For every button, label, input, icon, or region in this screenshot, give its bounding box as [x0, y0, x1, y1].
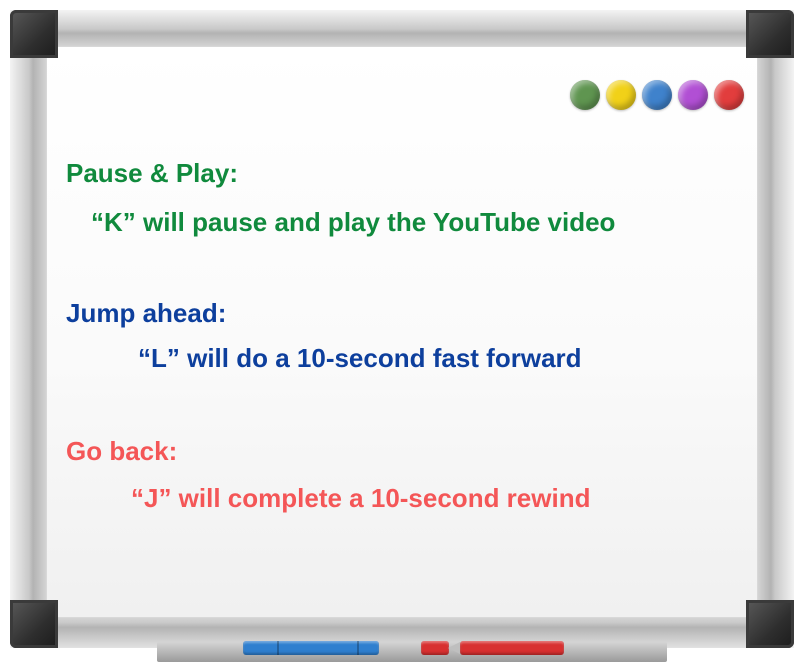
frame-corner-top-left: [10, 10, 58, 58]
go-back-heading: Go back:: [66, 436, 178, 466]
frame-corner-bottom-left: [10, 600, 58, 648]
red-marker-body: [460, 641, 564, 655]
red-dot: [714, 80, 744, 110]
jump-ahead-text: “L” will do a 10-second fast forward: [138, 343, 582, 373]
frame-corner-bottom-right: [746, 600, 794, 648]
pause-play-text: “K” will pause and play the YouTube vide…: [91, 207, 616, 237]
blue-dot: [642, 80, 672, 110]
whiteboard-frame-right: [752, 10, 794, 648]
whiteboard-surface: Pause & Play: “K” will pause and play th…: [46, 46, 758, 618]
jump-ahead-heading: Jump ahead:: [66, 298, 227, 328]
blue-marker-band: [357, 641, 359, 655]
color-dots: [570, 80, 744, 110]
red-marker-tip: [448, 642, 460, 654]
red-marker-cap: [421, 641, 449, 655]
purple-dot: [678, 80, 708, 110]
pause-play-heading: Pause & Play:: [66, 158, 238, 188]
yellow-dot: [606, 80, 636, 110]
go-back-text: “J” will complete a 10-second rewind: [131, 483, 591, 513]
marker-tray: [157, 642, 667, 662]
blue-marker-band: [277, 641, 279, 655]
green-dot: [570, 80, 600, 110]
frame-corner-top-right: [746, 10, 794, 58]
